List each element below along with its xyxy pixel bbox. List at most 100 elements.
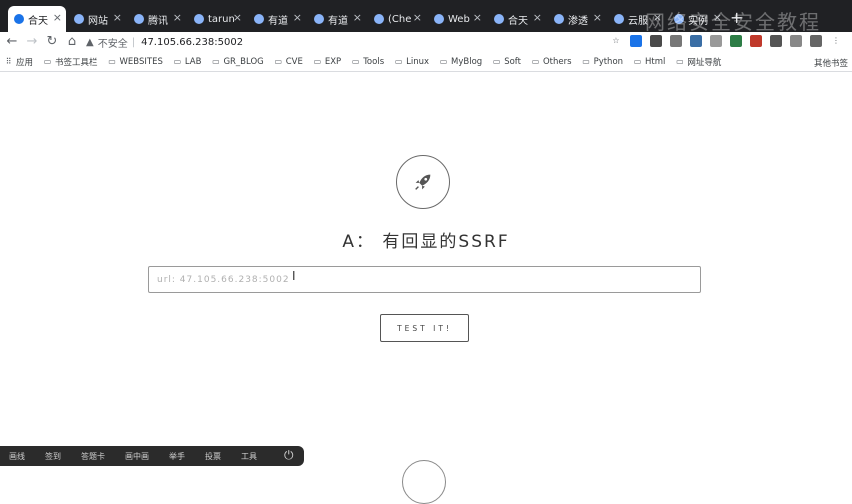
tab-favicon-icon xyxy=(374,14,384,24)
warning-icon: ▲ xyxy=(86,36,94,48)
folder-icon: ▭ xyxy=(582,57,590,66)
bookmark-other[interactable]: 其他书签 xyxy=(814,57,848,69)
menu-icon[interactable]: ⋮ xyxy=(830,35,842,47)
tab-close-icon[interactable]: × xyxy=(353,12,362,24)
tab-close-icon[interactable]: × xyxy=(593,12,602,24)
bookmark-label: LAB xyxy=(184,56,202,67)
browser-toolbar: ← → ↻ ⌂ ▲ 不安全 | 47.105.66.238:5002 ☆ ⋮ xyxy=(0,32,852,52)
folder-icon: ▭ xyxy=(212,57,220,66)
bookmark-item[interactable]: ⠿ 应用 xyxy=(4,56,33,68)
tab[interactable]: 网站 × xyxy=(68,6,126,32)
tab-favicon-icon xyxy=(74,14,84,24)
bookmark-label: EXP xyxy=(324,56,342,67)
reload-button[interactable]: ↻ xyxy=(44,33,60,51)
forward-button[interactable]: → xyxy=(24,33,40,51)
classroom-tool-item[interactable]: 画中画 xyxy=(125,451,149,462)
folder-icon: ▭ xyxy=(633,57,642,66)
extension-icon[interactable] xyxy=(730,35,742,47)
star-icon[interactable]: ☆ xyxy=(610,35,622,47)
bookmark-label: GR_BLOG xyxy=(223,56,264,67)
extension-icon[interactable] xyxy=(770,35,782,47)
tab-close-icon[interactable]: × xyxy=(233,12,242,24)
tab-close-icon[interactable]: × xyxy=(473,12,482,24)
watermark: 网络安全安全教程 xyxy=(645,10,821,34)
bookmark-item[interactable]: ▭ EXP xyxy=(313,56,342,67)
tab-favicon-icon xyxy=(134,14,144,24)
bookmark-item[interactable]: ▭ Others xyxy=(531,57,572,67)
bookmark-item[interactable]: ▭ Html xyxy=(633,56,666,67)
extension-icon[interactable] xyxy=(630,35,642,47)
security-label: 不安全 xyxy=(97,38,128,50)
test-it-button[interactable]: TEST IT! xyxy=(380,314,469,342)
tab-close-icon[interactable]: × xyxy=(293,12,302,24)
bookmark-item[interactable]: ▭ Python xyxy=(582,57,623,67)
tab-favicon-icon xyxy=(614,14,624,24)
tab-favicon-icon xyxy=(554,14,564,24)
extension-icon[interactable] xyxy=(810,35,822,47)
bookmark-item[interactable]: ▭ 书签工具栏 xyxy=(43,56,98,68)
extension-icon[interactable] xyxy=(670,35,682,47)
folder-icon: ▭ xyxy=(173,57,182,66)
bookmark-item[interactable]: ▭ WEBSITES xyxy=(108,57,163,67)
bookmark-item[interactable]: ▭ CVE xyxy=(274,56,303,67)
tab[interactable]: 有道 × xyxy=(308,6,366,32)
text-cursor-icon: I xyxy=(292,269,296,283)
extensions-bar: ☆ ⋮ xyxy=(610,35,842,47)
url-input[interactable] xyxy=(148,266,701,293)
bookmark-item[interactable]: ▭ MyBlog xyxy=(439,57,482,67)
folder-icon: ▭ xyxy=(394,57,403,66)
tab[interactable]: Web × xyxy=(428,6,486,32)
classroom-tool-item[interactable]: 举手 xyxy=(169,451,185,462)
back-button[interactable]: ← xyxy=(4,33,20,51)
tab-favicon-icon xyxy=(434,14,444,24)
partial-icon-circle xyxy=(402,460,446,504)
home-button[interactable]: ⌂ xyxy=(64,33,80,51)
extension-icon[interactable] xyxy=(790,35,802,47)
extension-icon[interactable] xyxy=(650,35,662,47)
bookmark-label: WEBSITES xyxy=(119,56,163,67)
tab[interactable]: (Che × xyxy=(368,6,426,32)
classroom-tool-item[interactable]: 投票 xyxy=(205,451,221,462)
extension-icon[interactable] xyxy=(750,35,762,47)
bookmark-label: CVE xyxy=(285,56,303,67)
bookmark-item[interactable]: ▭ Linux xyxy=(394,57,429,67)
extension-icon[interactable] xyxy=(690,35,702,47)
url-text[interactable]: 47.105.66.238:5002 xyxy=(141,37,243,48)
bookmark-item[interactable]: ▭ GR_BLOG xyxy=(211,56,264,67)
bookmarks-bar: ⠿ 应用 ▭ 书签工具栏 ▭ WEBSITES ▭ LAB ▭ GR_BLOG ▭ CVE ▭ EXP ▭ T… xyxy=(0,52,852,72)
bookmark-label: Others xyxy=(542,56,572,67)
tab[interactable]: 合天 × xyxy=(8,6,66,32)
tab[interactable]: 合天 × xyxy=(488,6,546,32)
bookmark-item[interactable]: ▭ 网址导航 xyxy=(675,56,721,68)
tab[interactable]: 有道 × xyxy=(248,6,306,32)
classroom-tool-item[interactable]: 签到 xyxy=(45,451,61,462)
tab[interactable]: tarun × xyxy=(188,6,246,32)
tab-close-icon[interactable]: × xyxy=(413,12,422,24)
power-icon[interactable]: ⏻ xyxy=(284,448,294,463)
folder-icon: ▭ xyxy=(108,57,116,66)
tab-close-icon[interactable]: × xyxy=(173,12,182,24)
extension-icon[interactable] xyxy=(710,35,722,47)
folder-icon: ▭ xyxy=(274,57,283,66)
bookmark-label: Html xyxy=(645,56,666,67)
divider: | xyxy=(131,36,136,48)
tab-favicon-icon xyxy=(494,14,504,24)
tab-close-icon[interactable]: × xyxy=(533,12,542,24)
classroom-tool-item[interactable]: 答题卡 xyxy=(81,451,105,462)
bookmark-item[interactable]: ▭ Tools xyxy=(351,57,384,67)
bookmark-label: MyBlog xyxy=(451,56,483,67)
classroom-tool-item[interactable]: 画线 xyxy=(9,451,25,462)
tab[interactable]: 腾讯 × xyxy=(128,6,186,32)
address-bar[interactable]: ▲ 不安全 | 47.105.66.238:5002 xyxy=(86,33,546,51)
tab-strip: 合天 × 网站 × 腾讯 × tarun × 有道 × 有道 × (Che × Web × 合天 × 渗透 × 云服 × 实… xyxy=(0,0,852,34)
tab-close-icon[interactable]: × xyxy=(113,12,122,24)
bookmark-label: Tools xyxy=(363,56,385,67)
rocket-icon xyxy=(415,174,431,190)
tab[interactable]: 渗透 × xyxy=(548,6,606,32)
bookmark-item[interactable]: ▭ LAB xyxy=(173,57,202,67)
bookmark-item[interactable]: ▭ Soft xyxy=(492,57,521,67)
page-content: A： 有回显的SSRF I TEST IT! xyxy=(0,72,852,504)
tab-favicon-icon xyxy=(14,14,24,24)
tab-close-icon[interactable]: × xyxy=(53,12,62,24)
classroom-tool-item[interactable]: 工具 xyxy=(241,451,257,462)
